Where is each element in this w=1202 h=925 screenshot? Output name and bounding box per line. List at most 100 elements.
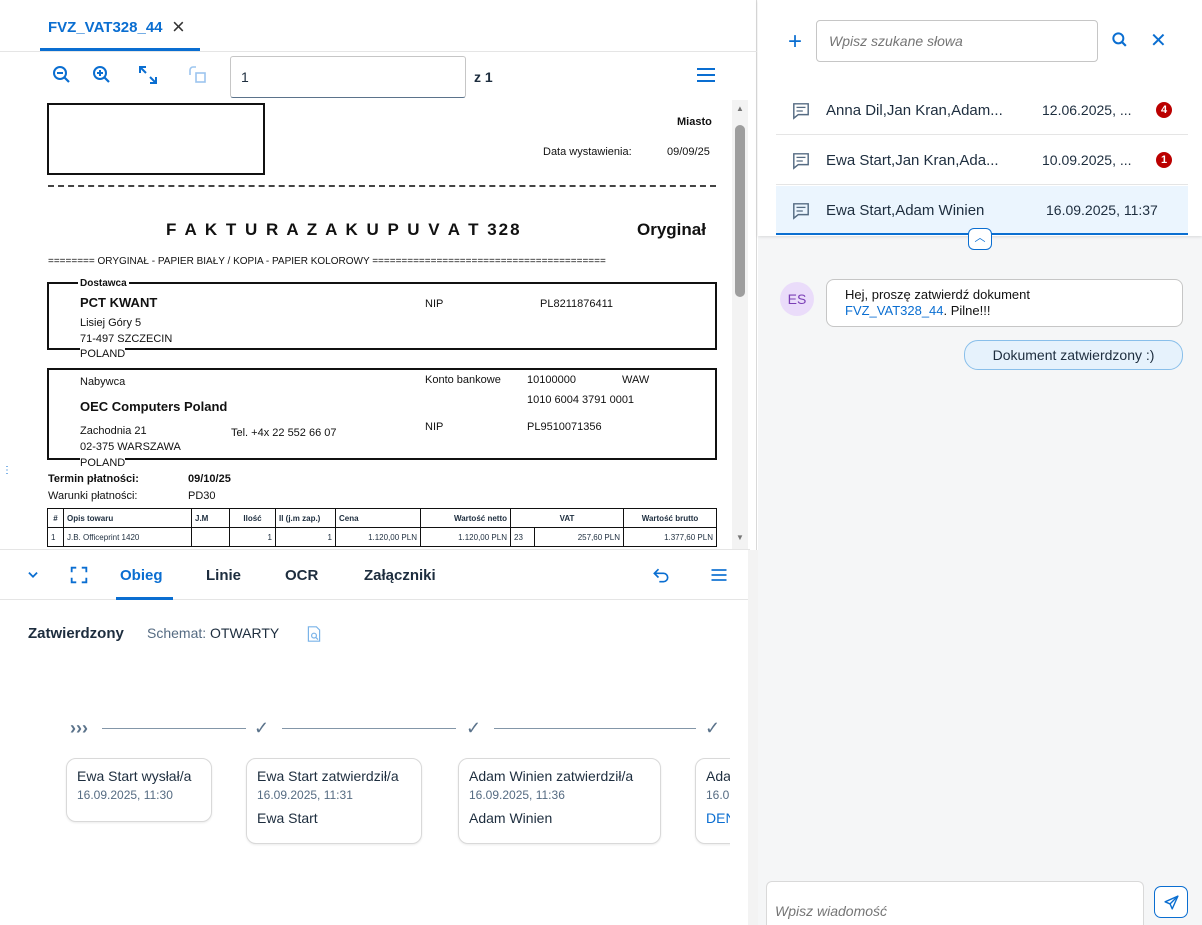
add-conversation-icon[interactable]: + [788, 28, 802, 56]
table-cell: 1.120,00 PLN [335, 527, 421, 547]
supplier-city: 71-497 SZCZECIN [80, 333, 173, 345]
step-title: Ewa Start wysłał/a [77, 768, 192, 784]
step-date: 16.09.2025, 11:36 [469, 788, 565, 802]
menu-icon[interactable] [694, 63, 718, 87]
table-cell: 1 [47, 527, 64, 547]
table-cell: 1 [229, 527, 276, 547]
search-input[interactable] [816, 20, 1098, 62]
step-title: Ada [706, 768, 730, 784]
sent-icon: ››› [70, 718, 88, 738]
conversation-names: Anna Dil,Jan Kran,Adam... [826, 102, 1003, 119]
col-header: Wartość brutto [623, 508, 717, 528]
workflow-step-card[interactable]: Ewa Start wysłał/a 16.09.2025, 11:30 [66, 758, 212, 822]
buyer-nip: PL9510071356 [527, 421, 602, 433]
page-number-input[interactable] [230, 56, 466, 98]
message-input[interactable] [766, 881, 1144, 925]
fit-page-icon[interactable] [136, 63, 160, 87]
bank-code: 10100000 [527, 374, 576, 386]
buyer-phone: Tel. +4x 22 552 66 07 [231, 427, 337, 439]
buyer-address: Zachodnia 21 [80, 425, 147, 437]
schema-view-icon[interactable] [306, 625, 322, 643]
schema-value: OTWARTY [210, 625, 280, 641]
document-panel: FVZ_VAT328_44 × z 1 Miasto Data wystawie… [0, 0, 758, 925]
unread-badge: 4 [1156, 102, 1172, 118]
tab-zalaczniki[interactable]: Załączniki [364, 567, 436, 584]
rotate-icon[interactable] [186, 63, 210, 87]
search-icon[interactable] [1110, 30, 1130, 50]
table-row: 1 J.B. Officeprint 1420 1 1 1.120,00 PLN… [47, 527, 717, 547]
issue-date-value: 09/09/25 [667, 146, 710, 158]
table-cell: 1.377,60 PLN [623, 527, 717, 547]
document-tab[interactable]: FVZ_VAT328_44 [48, 19, 163, 36]
page-count: z 1 [474, 69, 493, 85]
issue-date-label: Data wystawienia: [543, 146, 632, 158]
workflow-step-card[interactable]: Ewa Start zatwierdził/a 16.09.2025, 11:3… [246, 758, 422, 844]
col-header: Il (j.m zap.) [275, 508, 336, 528]
copy-line: ======== ORYGINAŁ - PAPIER BIAŁY / KOPIA… [48, 256, 606, 267]
resize-handle-icon[interactable]: ⋮ [2, 466, 12, 476]
avatar: ES [780, 282, 814, 316]
table-cell: 257,60 PLN [534, 527, 624, 547]
city-label: Miasto [677, 116, 712, 128]
conversation-item[interactable]: Anna Dil,Jan Kran,Adam... 12.06.2025, ..… [776, 86, 1188, 135]
timeline-line [102, 728, 246, 729]
step-user: Ewa Start [257, 810, 318, 826]
table-cell: 1 [275, 527, 336, 547]
scroll-down-icon[interactable]: ▼ [736, 533, 744, 542]
undo-icon[interactable] [650, 565, 672, 585]
scroll-up-icon[interactable]: ▲ [736, 104, 744, 113]
col-header: VAT [510, 508, 624, 528]
menu-icon[interactable] [708, 565, 730, 585]
col-header: Cena [335, 508, 421, 528]
workflow-step-card[interactable]: Adam Winien zatwierdził/a 16.09.2025, 11… [458, 758, 661, 844]
payment-cond-label: Warunki płatności: [48, 490, 138, 502]
timeline-line [282, 728, 456, 729]
check-icon: ✓ [466, 718, 482, 738]
step-user[interactable]: DEN [706, 810, 730, 826]
buyer-nip-label: NIP [425, 421, 444, 433]
tab-linie[interactable]: Linie [206, 567, 241, 584]
conversation-date: 12.06.2025, ... [1042, 102, 1132, 118]
tab-underline [116, 597, 173, 600]
zoom-in-icon[interactable] [90, 63, 114, 87]
table-header-row: # Opis towaru J.M Ilość Il (j.m zap.) Ce… [47, 508, 717, 528]
conversation-item[interactable]: Ewa Start,Jan Kran,Ada... 10.09.2025, ..… [776, 136, 1188, 185]
tab-obieg[interactable]: Obieg [120, 567, 163, 584]
conversation-names: Ewa Start,Jan Kran,Ada... [826, 152, 999, 169]
outgoing-message: Dokument zatwierdzony :) [964, 340, 1183, 370]
check-icon: ✓ [705, 718, 721, 738]
expand-icon[interactable] [68, 564, 90, 586]
original-label: Oryginał [637, 220, 706, 239]
buyer-name: OEC Computers Poland [80, 399, 228, 414]
table-cell: J.B. Officeprint 1420 [63, 527, 192, 547]
logo-box [47, 103, 265, 175]
supplier-nip-label: NIP [425, 298, 444, 310]
col-header: # [47, 508, 64, 528]
chat-panel: + ✕ Anna Dil,Jan Kran,Adam... 12.06.2025… [758, 0, 1202, 925]
chevron-down-icon[interactable] [26, 568, 40, 582]
bank-label: Konto bankowe [425, 374, 501, 386]
supplier-label: Dostawca [78, 278, 129, 289]
tab-ocr[interactable]: OCR [285, 567, 318, 584]
workflow-step-card[interactable]: Ada 16.0 DEN [695, 758, 730, 844]
document-tabs: FVZ_VAT328_44 × [0, 0, 757, 52]
check-icon: ✓ [254, 718, 270, 738]
message-icon [793, 153, 809, 170]
document-link[interactable]: FVZ_VAT328_44 [845, 303, 944, 318]
send-button[interactable] [1154, 886, 1188, 918]
zoom-out-icon[interactable] [50, 63, 74, 87]
conversation-list-panel: + ✕ Anna Dil,Jan Kran,Adam... 12.06.2025… [758, 0, 1202, 236]
collapse-list-button[interactable]: ︿ [968, 228, 992, 250]
supplier-nip: PL8211876411 [540, 298, 613, 310]
message-text-rest: . Pilne!!! [943, 303, 991, 318]
payment-term-value: 09/10/25 [188, 473, 231, 485]
close-search-icon[interactable]: ✕ [1150, 28, 1167, 53]
buyer-city: 02-375 WARSZAWA [80, 441, 181, 453]
buyer-country: POLAND [80, 457, 126, 469]
side-scrollbar[interactable] [748, 550, 758, 925]
close-tab-icon[interactable]: × [172, 14, 185, 40]
supplier-address: Lisiej Góry 5 [80, 317, 142, 329]
supplier-country: POLAND [80, 348, 126, 360]
payment-term-label: Termin płatności: [48, 473, 139, 485]
scrollbar-thumb[interactable] [735, 125, 745, 297]
